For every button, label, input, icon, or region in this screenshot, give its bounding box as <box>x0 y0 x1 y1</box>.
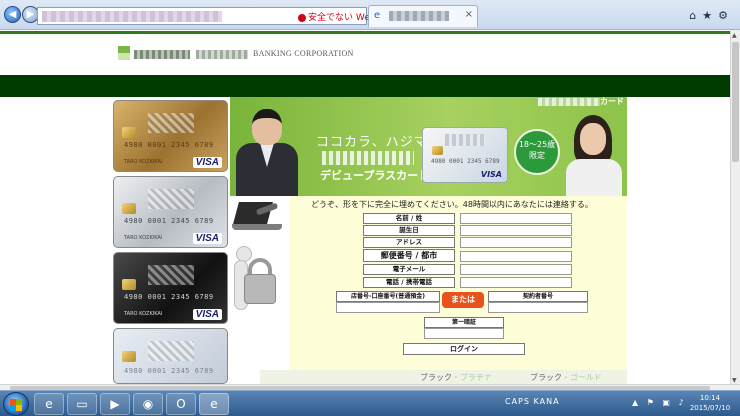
card-number: 4980 0001 2345 6789 <box>124 217 214 225</box>
ie-pinned-icon[interactable]: e <box>199 393 229 415</box>
email-label: 電子メール <box>363 264 455 275</box>
visa-logo: VISA <box>192 233 222 244</box>
card-chip-icon <box>122 203 136 214</box>
postal-city-label: 郵便番号 / 都市 <box>363 249 455 262</box>
taskbar: e ▭ ▶ ◉ O e CAPS KANA ▲ ⚑ ▣ ♪ 10:14 2015… <box>0 390 740 416</box>
pale-card-image[interactable]: 4980 0001 2345 6789 <box>113 328 228 384</box>
pin-label: 第一暗証 <box>424 317 504 328</box>
header-green-bar <box>0 75 730 97</box>
phone-field[interactable] <box>460 277 572 288</box>
warning-icon <box>298 13 306 22</box>
padlock-icon <box>244 274 276 304</box>
vertical-scrollbar[interactable]: ▲ ▼ <box>730 30 740 386</box>
card-number: 4980 0001 2345 6789 <box>124 293 214 301</box>
woman-photo <box>562 113 624 196</box>
pin-field[interactable] <box>424 328 504 339</box>
banner-corner-text: カード <box>600 97 624 106</box>
banner-card-number: 4980 0001 2345 6789 <box>431 158 500 165</box>
clock-date: 2015/07/10 <box>689 404 731 412</box>
address-label: アドレス <box>363 237 455 248</box>
outlook-icon[interactable]: O <box>166 393 196 415</box>
logo-name-blurred-2 <box>196 50 248 59</box>
taskbar-clock[interactable]: 10:14 2015/07/10 <box>686 393 734 413</box>
bank-logo-icon <box>118 46 130 60</box>
contract-number-label: 契約者番号 <box>488 291 588 302</box>
banner-card-name: デビュープラスカード <box>320 169 430 182</box>
chrome-icon[interactable]: ◉ <box>133 393 163 415</box>
form-intro: どうぞ、形を下に完全に埋めてください。48時間以内にあなたには連絡する。 <box>311 200 593 209</box>
card-chip-icon <box>122 351 136 362</box>
gold-card-image[interactable]: 4980 0001 2345 6789 TARO KOZKIKAI VISA <box>113 100 228 172</box>
silver-card-image[interactable]: 4980 0001 2345 6789 TARO KOZKIKAI VISA <box>113 176 228 248</box>
ie-tab-icon: e <box>374 10 381 21</box>
card-holder: TARO KOZKIKAI <box>124 311 163 317</box>
birthday-label: 誕生日 <box>363 225 455 236</box>
login-form: どうぞ、形を下に完全に埋めてください。48時間以内にあなたには連絡する。 名前 … <box>290 196 627 370</box>
security-illustration <box>230 196 290 332</box>
login-button[interactable]: ログイン <box>403 343 525 355</box>
tab-title <box>389 11 449 21</box>
start-button[interactable] <box>3 392 29 416</box>
tray-icons[interactable]: ▲ ⚑ ▣ ♪ <box>632 398 687 407</box>
card-tier-strip: ブラック・プラチナ ブラック・ゴールド <box>260 370 627 385</box>
tier-link-black-platinum[interactable]: ブラック・プラチナ <box>420 372 492 383</box>
visa-logo: VISA <box>192 309 222 320</box>
age-badge-range: 18～25歳 <box>518 140 556 149</box>
address-url <box>42 11 222 22</box>
logo-name-blurred <box>134 50 190 59</box>
card-number: 4980 0001 2345 6789 <box>124 141 214 149</box>
site-header: BANKING CORPORATION <box>0 31 730 75</box>
scroll-down-icon[interactable]: ▼ <box>732 377 737 384</box>
account-number-field[interactable] <box>336 302 440 313</box>
promo-banner[interactable]: カード ココカラ、ハジマル。 デビュープラスカード 4980 0001 2345… <box>230 97 627 196</box>
banner-blurred-text <box>322 151 414 165</box>
tier-link-black-gold[interactable]: ブラック・ゴールド <box>530 372 602 383</box>
scroll-up-icon[interactable]: ▲ <box>732 32 737 39</box>
toolbar-icons[interactable]: ⌂★⚙ <box>689 9 734 22</box>
visa-logo: VISA <box>192 157 222 168</box>
black-card-image[interactable]: 4980 0001 2345 6789 TARO KOZKIKAI VISA <box>113 252 228 324</box>
card-chip-icon <box>122 279 136 290</box>
logo-text: BANKING CORPORATION <box>253 49 354 58</box>
postal-city-field[interactable] <box>460 251 572 262</box>
media-player-icon[interactable]: ▶ <box>100 393 130 415</box>
browser-toolbar: ◀ ▶ 安全でない Web サイト e × ⌂★⚙ <box>0 0 740 30</box>
card-chip-icon <box>122 127 136 138</box>
card-number: 4980 0001 2345 6789 <box>124 367 214 375</box>
address-bar[interactable]: 安全でない Web サイト <box>37 7 405 25</box>
input-method-tray[interactable]: CAPS KANA <box>505 397 560 406</box>
address-field[interactable] <box>460 237 572 248</box>
email-field[interactable] <box>460 264 572 275</box>
phone-label: 電話 / 携帯電話 <box>363 277 455 288</box>
card-holder: TARO KOZKIKAI <box>124 235 163 241</box>
age-badge: 18～25歳 限定 <box>514 129 560 175</box>
visa-logo: VISA <box>480 170 502 179</box>
account-number-label: 店番号-口座番号(普通預金) <box>336 291 440 302</box>
card-holder: TARO KOZKIKAI <box>124 159 163 165</box>
or-divider: または <box>442 292 484 308</box>
back-button[interactable]: ◀ <box>4 6 21 23</box>
name-label: 名前 / 姓 <box>363 213 455 224</box>
birthday-field[interactable] <box>460 225 572 236</box>
banner-card-image: 4980 0001 2345 6789 VISA <box>422 127 508 183</box>
card-chip-icon <box>432 146 443 155</box>
scroll-thumb[interactable] <box>732 42 739 162</box>
name-field[interactable] <box>460 213 572 224</box>
age-badge-limited: 限定 <box>529 151 545 160</box>
explorer-icon[interactable]: ▭ <box>67 393 97 415</box>
browser-tab[interactable]: e × <box>368 5 478 27</box>
ie-icon[interactable]: e <box>34 393 64 415</box>
tab-close-icon[interactable]: × <box>465 9 473 20</box>
clock-time: 10:14 <box>699 394 721 402</box>
man-photo <box>234 105 298 196</box>
contract-number-field[interactable] <box>488 302 588 313</box>
